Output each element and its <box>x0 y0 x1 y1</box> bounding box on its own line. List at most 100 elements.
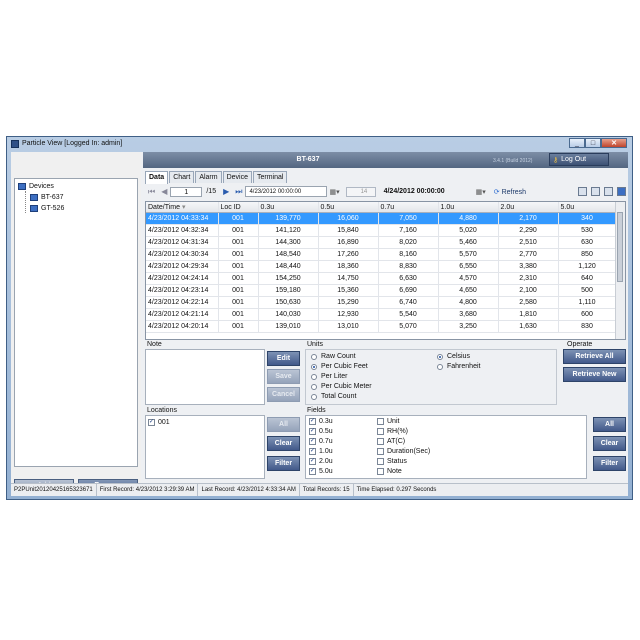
units-option-raw-count[interactable]: Raw Count <box>311 352 356 361</box>
locations-all-button[interactable]: All <box>267 417 300 432</box>
table-cell: 6,630 <box>378 272 439 285</box>
field-item[interactable]: ✓ 0.7u <box>309 437 333 446</box>
tab-data[interactable]: Data <box>145 171 169 184</box>
end-calendar-icon[interactable]: ▦▾ <box>476 188 486 196</box>
temp-option-fahrenheit[interactable]: Fahrenheit <box>437 362 480 371</box>
field-item[interactable]: Status <box>377 457 407 466</box>
table-cell: 340 <box>558 212 617 225</box>
units-option-per-cubic-meter[interactable]: Per Cubic Meter <box>311 382 372 391</box>
table-row[interactable]: 4/23/2012 04:24:14 001 154,250 14,750 6,630 4… <box>146 272 617 285</box>
checkbox: ✓ <box>309 468 316 475</box>
checkbox <box>377 458 384 465</box>
table-row[interactable]: 4/23/2012 04:22:14 001 150,630 15,290 6,740 4… <box>146 296 617 309</box>
units-option-total-count[interactable]: Total Count <box>311 392 356 401</box>
page-input[interactable]: 1 <box>170 186 203 197</box>
note-textarea[interactable] <box>145 349 265 405</box>
field-item[interactable]: Duration(Sec) <box>377 447 430 456</box>
refresh-button[interactable]: ⟳ Refresh <box>494 188 526 196</box>
end-datetime[interactable]: 4/24/2012 00:00:00 <box>384 188 474 195</box>
navigation-bar: ⏮ ◀ 1 /15 ▶ ⏭ 4/23/2012 00:00:00 ▦▾ 14 4… <box>145 184 628 199</box>
table-row[interactable]: 4/23/2012 04:29:34 001 148,440 18,360 8,830 6… <box>146 260 617 273</box>
radio-mark <box>311 383 317 390</box>
locations-filter-button[interactable]: Filter <box>267 456 300 471</box>
field-item-label: 0.5u <box>319 428 333 435</box>
tab-terminal[interactable]: Terminal <box>253 171 288 183</box>
field-item[interactable]: ✓ 1.0u <box>309 447 333 456</box>
table-cell: 139,770 <box>258 212 319 225</box>
fields-list[interactable] <box>305 415 587 479</box>
table-row[interactable]: 4/23/2012 04:32:34 001 141,120 15,840 7,160 5… <box>146 224 617 237</box>
col-header-05u[interactable]: 0.5u <box>318 202 379 213</box>
col-header-20u[interactable]: 2.0u <box>498 202 559 213</box>
last-page-icon[interactable]: ⏭ <box>235 187 242 197</box>
title-bar[interactable]: Particle View [Logged In: admin] _ □ ✕ <box>7 137 632 151</box>
field-item[interactable]: ✓ 5.0u <box>309 467 333 476</box>
note-edit-button[interactable]: Edit <box>267 351 300 366</box>
logout-button[interactable]: ⚷ Log Out <box>549 153 609 166</box>
table-cell: 3,380 <box>498 260 559 273</box>
start-datetime-input[interactable]: 4/23/2012 00:00:00 <box>245 186 328 197</box>
note-cancel-button[interactable]: Cancel <box>267 387 300 402</box>
fields-filter-button[interactable]: Filter <box>593 456 626 471</box>
tree-item-bt-637[interactable]: BT-637 <box>30 192 64 202</box>
table-cell: 148,540 <box>258 248 319 261</box>
col-header-locid[interactable]: Loc ID <box>218 202 259 213</box>
prev-page-icon[interactable]: ◀ <box>161 187 167 196</box>
retrieve-new-button[interactable]: Retrieve New <box>563 367 626 382</box>
grid-header-row: Date/Time ▾ Loc ID 0.3u 0.5u 0.7u 1.0u 2… <box>146 202 617 213</box>
minimize-button[interactable]: _ <box>569 138 585 148</box>
tab-chart[interactable]: Chart <box>169 171 195 183</box>
field-item[interactable]: RH(%) <box>377 427 408 436</box>
units-option-per-liter[interactable]: Per Liter <box>311 372 347 381</box>
tab-alarm[interactable]: Alarm <box>195 171 222 183</box>
temp-option-celsius[interactable]: Celsius <box>437 352 470 361</box>
table-row[interactable]: 4/23/2012 04:31:34 001 144,300 16,890 8,020 5… <box>146 236 617 249</box>
col-header-datetime[interactable]: Date/Time ▾ <box>146 202 219 213</box>
save-icon[interactable] <box>617 187 626 196</box>
col-header-10u[interactable]: 1.0u <box>438 202 499 213</box>
col-header-03u[interactable]: 0.3u <box>258 202 319 213</box>
first-page-icon[interactable]: ⏮ <box>148 187 155 197</box>
col-header-07u[interactable]: 0.7u <box>378 202 439 213</box>
table-row[interactable]: 4/23/2012 04:21:14 001 140,030 12,930 5,540 3… <box>146 308 617 321</box>
tree-item-gt-526[interactable]: GT-526 <box>30 203 64 213</box>
field-item[interactable]: Note <box>377 467 402 476</box>
grid-scrollbar[interactable] <box>615 202 625 339</box>
copy-icon[interactable] <box>604 187 613 196</box>
table-cell: 16,890 <box>318 236 379 249</box>
col-header-50u[interactable]: 5.0u <box>558 202 617 213</box>
locations-clear-button[interactable]: Clear <box>267 436 300 451</box>
field-item[interactable]: ✓ 2.0u <box>309 457 333 466</box>
field-item[interactable]: Unit <box>377 417 399 426</box>
data-grid[interactable]: Date/Time ▾ Loc ID 0.3u 0.5u 0.7u 1.0u 2… <box>145 201 626 340</box>
hours-spinner[interactable]: 14 <box>345 186 376 197</box>
print-icon[interactable] <box>578 187 587 196</box>
table-cell: 6,690 <box>378 284 439 297</box>
table-cell: 16,060 <box>318 212 379 225</box>
tree-root-devices[interactable]: Devices <box>18 181 54 191</box>
retrieve-all-button[interactable]: Retrieve All <box>563 349 626 364</box>
location-item[interactable]: ✓ 001 <box>148 418 170 427</box>
calendar-icon[interactable]: ▦▾ <box>329 188 339 196</box>
note-save-button[interactable]: Save <box>267 369 300 384</box>
field-item[interactable]: AT(C) <box>377 437 405 446</box>
tab-device[interactable]: Device <box>222 171 252 183</box>
units-option-per-cubic-feet[interactable]: Per Cubic Feet <box>311 362 368 371</box>
maximize-button[interactable]: □ <box>585 138 601 148</box>
close-button[interactable]: ✕ <box>601 138 627 148</box>
export-icon[interactable] <box>591 187 600 196</box>
scrollbar-thumb[interactable] <box>617 212 623 282</box>
table-row[interactable]: 4/23/2012 04:33:34 001 139,770 16,060 7,050 4… <box>146 212 617 225</box>
table-row[interactable]: 4/23/2012 04:30:34 001 148,540 17,260 8,160 5… <box>146 248 617 261</box>
table-cell: 2,580 <box>498 296 559 309</box>
fields-clear-button[interactable]: Clear <box>593 436 626 451</box>
field-item[interactable]: ✓ 0.5u <box>309 427 333 436</box>
locations-list[interactable]: ✓ 001 <box>145 415 265 479</box>
field-item[interactable]: ✓ 0.3u <box>309 417 333 426</box>
table-cell: 15,290 <box>318 296 379 309</box>
fields-all-button[interactable]: All <box>593 417 626 432</box>
status-last-record: Last Record: 4/23/2012 4:33:34 AM <box>198 484 300 496</box>
table-row[interactable]: 4/23/2012 04:20:14 001 139,010 13,010 5,070 3… <box>146 320 617 333</box>
table-row[interactable]: 4/23/2012 04:23:14 001 159,180 15,360 6,690 4… <box>146 284 617 297</box>
next-page-icon[interactable]: ▶ <box>223 187 229 196</box>
